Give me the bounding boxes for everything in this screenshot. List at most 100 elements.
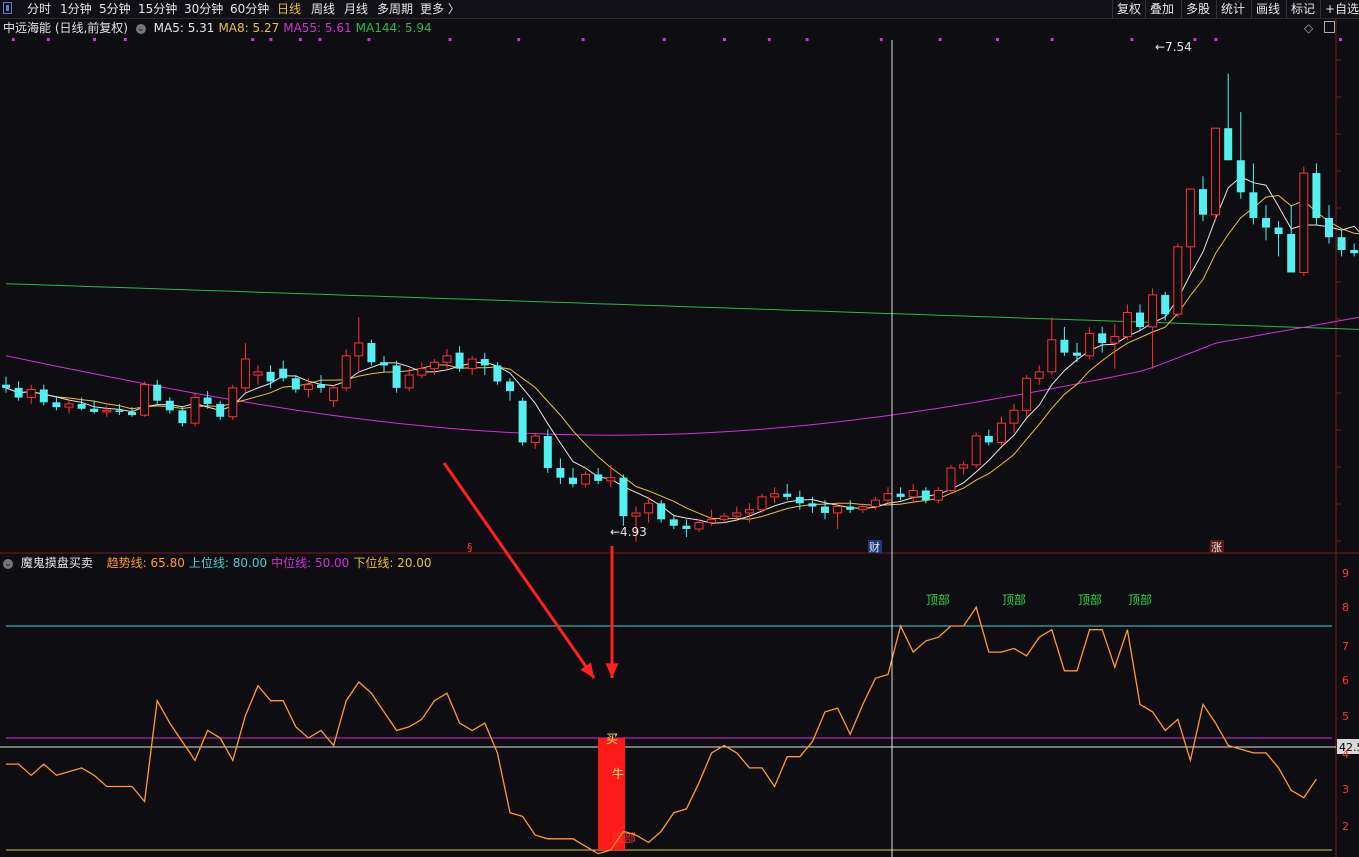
signal-dot bbox=[251, 38, 255, 41]
signal-dot bbox=[367, 38, 371, 41]
candle-body bbox=[669, 519, 678, 526]
low-price-label: ←4.93 bbox=[610, 525, 647, 539]
candle-body bbox=[52, 402, 61, 408]
signal-dot bbox=[805, 38, 809, 41]
annotation-arrow-diagonal bbox=[442, 462, 596, 679]
top-label: 顶部 bbox=[1078, 592, 1102, 607]
candle-body bbox=[1148, 294, 1158, 328]
candle-body bbox=[404, 374, 414, 389]
trend-line bbox=[6, 605, 1317, 855]
candle-body bbox=[380, 362, 388, 366]
candle-body bbox=[1047, 339, 1057, 373]
candle-body bbox=[228, 387, 238, 418]
signal-dot bbox=[662, 38, 666, 41]
signal-dot bbox=[517, 38, 521, 41]
candle-body bbox=[90, 408, 99, 412]
candle-body bbox=[657, 503, 666, 520]
candle-body bbox=[682, 525, 691, 529]
candle-body bbox=[631, 512, 641, 517]
candle-body bbox=[883, 493, 893, 501]
annotation-arrow-vertical bbox=[605, 546, 619, 678]
candle-body bbox=[694, 522, 704, 530]
candle-body bbox=[467, 358, 477, 370]
signal-dot bbox=[11, 38, 15, 41]
candle-body bbox=[128, 411, 136, 416]
top-label: 顶部 bbox=[926, 592, 950, 607]
signal-dot bbox=[879, 38, 883, 41]
candle-body bbox=[1262, 217, 1270, 228]
candle-body bbox=[429, 361, 439, 370]
signal-dot bbox=[938, 38, 942, 41]
candle-body bbox=[77, 403, 86, 409]
candle-body bbox=[317, 384, 325, 388]
signal-dot bbox=[1214, 38, 1218, 41]
annotation-arrow-vertical-head bbox=[605, 663, 619, 678]
candle-body bbox=[594, 474, 603, 481]
candle-body bbox=[140, 384, 150, 416]
candle-body bbox=[518, 400, 527, 443]
candle-body bbox=[1173, 246, 1183, 315]
candle-body bbox=[354, 342, 364, 357]
candle-body bbox=[178, 410, 187, 424]
candle-body bbox=[26, 388, 36, 399]
signal-dot bbox=[1130, 38, 1134, 41]
candle-body bbox=[1350, 250, 1359, 254]
axis-tick-label: 3 bbox=[1342, 783, 1349, 796]
candle-body bbox=[569, 477, 577, 485]
candle-body bbox=[908, 489, 918, 498]
candle-body bbox=[39, 389, 48, 403]
candle-body bbox=[417, 368, 427, 376]
signal-dot bbox=[767, 38, 771, 41]
signal-dot bbox=[1050, 38, 1054, 41]
axis-tick-label: 5 bbox=[1342, 710, 1349, 723]
candle-body bbox=[707, 518, 717, 524]
axis-tick-label: 6 bbox=[1342, 674, 1349, 687]
candle-body bbox=[115, 410, 124, 412]
candle-body bbox=[530, 435, 540, 443]
candle-body bbox=[1098, 333, 1107, 343]
signal-dot bbox=[269, 38, 273, 41]
signal-dot bbox=[123, 38, 127, 41]
candle-body bbox=[1249, 192, 1258, 218]
candle-body bbox=[64, 403, 74, 408]
candle-body bbox=[996, 422, 1006, 443]
signal-dot bbox=[46, 38, 50, 41]
candle-body bbox=[821, 506, 829, 513]
axis-tick-label: 8 bbox=[1342, 601, 1349, 614]
candle-body bbox=[303, 384, 313, 390]
candle-body bbox=[165, 400, 174, 411]
annotation-arrow-diagonal-shaft bbox=[442, 462, 596, 679]
signal-dot bbox=[581, 38, 585, 41]
candle-body bbox=[858, 506, 868, 511]
candle-body bbox=[1110, 336, 1120, 344]
candle-body bbox=[1337, 237, 1346, 251]
marker-mid: 财 bbox=[869, 540, 880, 554]
candle-body bbox=[719, 515, 729, 520]
top-label: 顶部 bbox=[1128, 592, 1152, 607]
candle-body bbox=[1312, 173, 1321, 218]
buy-label: 买 bbox=[606, 732, 618, 746]
candle-body bbox=[240, 358, 250, 389]
candle-body bbox=[1274, 227, 1283, 234]
candle-body bbox=[896, 493, 905, 497]
candle-body bbox=[1236, 160, 1245, 193]
candle-body bbox=[833, 506, 843, 514]
signal-dot bbox=[93, 38, 96, 41]
signal-dot bbox=[723, 38, 726, 41]
candle-body bbox=[1122, 312, 1132, 338]
bull-label: 牛 bbox=[612, 766, 624, 781]
candle-body bbox=[606, 477, 616, 482]
candle-body bbox=[329, 387, 339, 402]
candle-body bbox=[442, 355, 452, 363]
ma8-line bbox=[5, 194, 1359, 520]
candle-body bbox=[1161, 294, 1170, 315]
candle-body bbox=[744, 509, 754, 514]
candle-body bbox=[1073, 352, 1081, 356]
candle-body bbox=[2, 384, 10, 388]
candle-body bbox=[1299, 172, 1309, 273]
candle-body bbox=[253, 371, 263, 376]
chart-canvas[interactable]: 42.5买牛底部顶部顶部顶部顶部98765432 ←7.54←4.93§财涨 bbox=[0, 0, 1359, 857]
axis-tick-label: 4 bbox=[1342, 748, 1349, 761]
candle-body bbox=[455, 352, 464, 369]
candle-body bbox=[619, 477, 628, 517]
